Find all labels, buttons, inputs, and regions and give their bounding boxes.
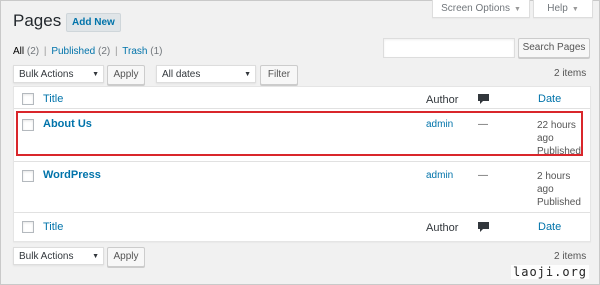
header-divider [14,108,590,109]
screen-options-tab[interactable]: Screen Options ▼ [432,0,530,18]
row-date-time: 2 hours [537,171,571,182]
row-comments: — [478,170,488,181]
row-divider [14,161,590,162]
items-count-top: 2 items [554,68,587,79]
apply-button-top[interactable]: Apply [107,65,145,85]
search-pages-button[interactable]: Search Pages [518,38,590,58]
help-tab[interactable]: Help ▼ [533,0,593,18]
triangle-down-icon: ▼ [514,6,521,13]
triangle-down-icon: ▼ [244,71,251,78]
status-views: All (2) | Published (2) | Trash (1) [13,46,162,58]
column-date-footer[interactable]: Date [538,221,561,233]
help-label: Help [547,3,568,14]
search-input[interactable] [383,38,515,58]
speech-bubble-icon [478,222,489,232]
highlight-box [16,111,583,156]
watermark: laoji.org [511,265,590,279]
column-title-header[interactable]: Title [43,93,63,105]
select-all-checkbox-bottom[interactable] [22,221,34,233]
row-status: Published [537,197,581,208]
speech-bubble-icon [478,94,489,104]
select-all-checkbox-top[interactable] [22,93,34,105]
view-separator: | [115,46,118,57]
triangle-down-icon: ▼ [571,6,579,13]
bulk-actions-value: Bulk Actions [19,251,74,262]
pages-table: Title Author Date About Us admin — 22 ho… [13,86,591,242]
column-author-header: Author [426,94,459,106]
dates-value: All dates [162,69,201,80]
view-trash-count: (1) [150,46,163,57]
row-date: 2 hours ago Published [537,170,583,209]
triangle-down-icon: ▼ [92,253,99,260]
triangle-down-icon: ▼ [92,71,99,78]
column-author-footer: Author [426,222,459,234]
row-checkbox[interactable] [22,170,34,182]
row-date-ago: ago [537,184,554,195]
items-count-bottom: 2 items [554,251,587,262]
row-title-link[interactable]: WordPress [43,169,101,181]
bulk-actions-select-bottom[interactable]: Bulk Actions ▼ [13,247,104,265]
view-trash-link[interactable]: Trash [122,46,147,57]
view-published-count: (2) [98,46,111,57]
apply-button-bottom[interactable]: Apply [107,247,145,267]
view-all-link[interactable]: All [13,46,24,57]
view-published-link[interactable]: Published [51,46,95,57]
screen-options-label: Screen Options [441,3,510,14]
footer-divider [14,212,590,213]
page-title: Pages [13,11,62,30]
view-separator: | [43,46,47,57]
view-all-count: (2) [26,46,40,57]
add-new-button[interactable]: Add New [66,13,121,32]
row-author-link[interactable]: admin [426,170,453,181]
column-title-footer[interactable]: Title [43,221,63,233]
dates-filter-select[interactable]: All dates ▼ [156,65,256,83]
bulk-actions-select-top[interactable]: Bulk Actions ▼ [13,65,104,83]
column-date-header[interactable]: Date [538,93,561,105]
filter-button[interactable]: Filter [260,65,298,85]
bulk-actions-value: Bulk Actions [19,69,74,80]
